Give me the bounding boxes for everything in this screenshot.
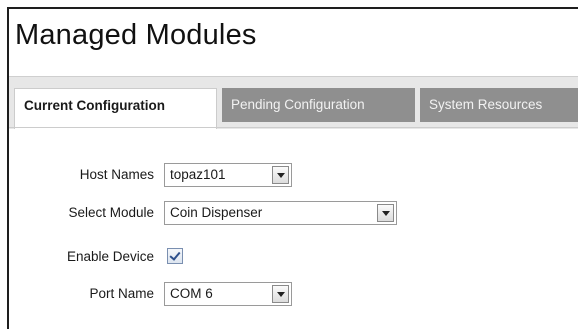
chevron-down-icon[interactable]: [272, 166, 289, 184]
enable-device-label: Enable Device: [66, 249, 154, 264]
port-name-value: COM 6: [170, 286, 213, 301]
tab-pending-configuration[interactable]: Pending Configuration: [222, 88, 415, 122]
tab-content-divider: [9, 127, 578, 128]
managed-modules-panel: Managed Modules Current Configuration Pe…: [7, 7, 578, 329]
host-names-select[interactable]: topaz101: [164, 163, 292, 187]
tab-bar: Current Configuration Pending Configurat…: [9, 76, 578, 129]
enable-device-checkbox[interactable]: [167, 248, 183, 264]
tab-system-resources[interactable]: System Resources: [420, 88, 578, 122]
chevron-down-icon[interactable]: [377, 204, 394, 222]
host-names-label: Host Names: [79, 167, 154, 182]
select-module-value: Coin Dispenser: [170, 205, 263, 220]
select-module-label: Select Module: [68, 205, 154, 220]
select-module-select[interactable]: Coin Dispenser: [164, 201, 397, 225]
port-name-select[interactable]: COM 6: [164, 282, 292, 306]
host-names-value: topaz101: [170, 167, 226, 182]
port-name-label: Port Name: [89, 286, 154, 301]
tab-current-configuration[interactable]: Current Configuration: [14, 88, 217, 129]
chevron-down-icon[interactable]: [272, 285, 289, 303]
page-title: Managed Modules: [15, 19, 257, 51]
